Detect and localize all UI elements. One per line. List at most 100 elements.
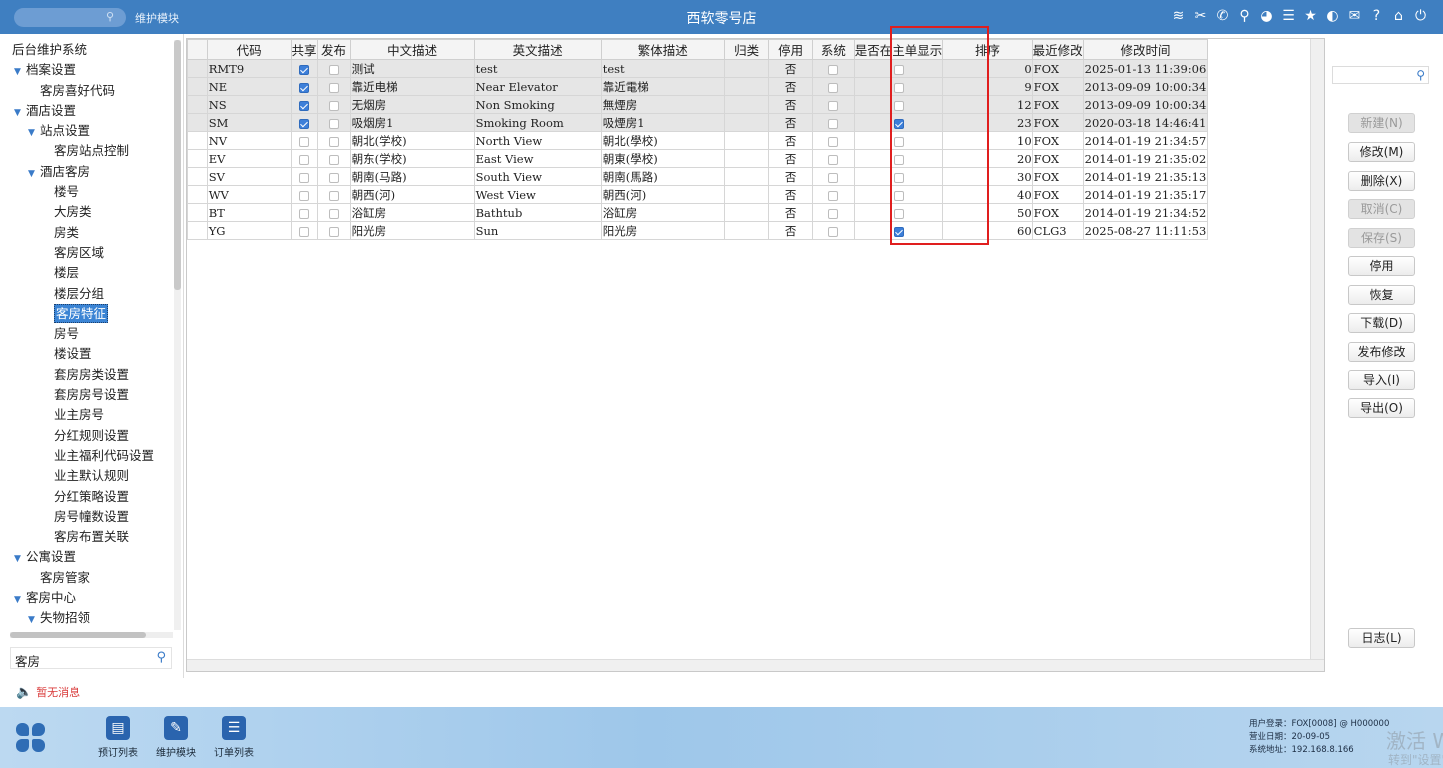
grid-search-input[interactable]: ⚲ (1332, 66, 1429, 84)
row-selector[interactable] (187, 113, 208, 132)
cell-system-checkbox[interactable] (828, 118, 839, 129)
row-selector[interactable] (187, 221, 208, 240)
cell-publish-checkbox[interactable] (328, 136, 339, 147)
caret-down-icon[interactable]: ▼ (14, 62, 26, 82)
nav-item[interactable]: 套房房号设置 (0, 385, 172, 405)
start-menu-icon[interactable] (16, 723, 46, 753)
log-button[interactable]: 日志(L) (1348, 628, 1415, 648)
table-row[interactable]: EV 朝东(学校) East View 朝東(學校) 否 20 FOX 2014-01-19 … (187, 149, 1324, 168)
nav-item[interactable]: 套房房类设置 (0, 365, 172, 385)
table-row[interactable]: YG 阳光房 Sun 阳光房 否 60 CLG3 2025-08-27 11:11:53 (187, 221, 1324, 240)
nav-item[interactable]: 客房布置关联 (0, 527, 172, 547)
column-header[interactable]: 最近修改 (1031, 39, 1084, 60)
row-selector[interactable] (187, 77, 208, 96)
row-selector[interactable] (187, 149, 208, 168)
caret-down-icon[interactable]: ▼ (14, 549, 26, 569)
table-row[interactable]: NS 无烟房 Non Smoking 無煙房 否 12 FOX 2013-09-09 10:0… (187, 95, 1324, 114)
row-selector[interactable] (187, 185, 208, 204)
wifi-icon[interactable]: ≋ (1170, 7, 1187, 25)
table-row[interactable]: SM 吸烟房1 Smoking Room 吸煙房1 否 23 FOX 2020-03-18 1… (187, 113, 1324, 132)
grid-vertical-scrollbar[interactable] (1310, 39, 1324, 659)
column-header[interactable]: 中文描述 (349, 39, 475, 60)
column-header[interactable]: 发布 (316, 39, 351, 60)
row-selector[interactable] (187, 59, 208, 78)
table-row[interactable]: RMT9 测试 test test 否 0 FOX 2025-01-13 11:39:06 (187, 59, 1324, 78)
nav-item[interactable]: 房号 (0, 324, 172, 344)
nav-item[interactable]: 客房区域 (0, 243, 172, 263)
column-header[interactable]: 是否在主单显示 (853, 39, 944, 60)
cell-share-checkbox[interactable] (299, 172, 310, 183)
nav-item[interactable]: 客房站点控制 (0, 141, 172, 161)
import-button[interactable]: 导入(I) (1348, 370, 1415, 390)
nav-item[interactable]: 客房喜好代码 (0, 81, 172, 101)
cell-show-in-main-checkbox[interactable] (893, 100, 904, 111)
cell-publish-checkbox[interactable] (328, 100, 339, 111)
nav-item[interactable]: 业主房号 (0, 405, 172, 425)
cell-share-checkbox[interactable] (299, 154, 310, 165)
order-list-icon[interactable]: ☰ (222, 716, 246, 740)
nav-item[interactable]: 楼号 (0, 182, 172, 202)
cell-system-checkbox[interactable] (828, 208, 839, 219)
nav-item[interactable]: ▼ 酒店设置 (0, 101, 172, 121)
cell-publish-checkbox[interactable] (328, 208, 339, 219)
nav-item[interactable]: ▼ 失物招领 (0, 608, 172, 628)
nav-item[interactable]: 房号幢数设置 (0, 507, 172, 527)
table-row[interactable]: BT 浴缸房 Bathtub 浴缸房 否 50 FOX 2014-01-19 21:34:52 (187, 203, 1324, 222)
nav-item[interactable]: 楼层分组 (0, 284, 172, 304)
cell-share-checkbox[interactable] (299, 190, 310, 201)
caret-down-icon[interactable]: ▼ (28, 610, 40, 630)
cell-show-in-main-checkbox[interactable] (893, 172, 904, 183)
save-button[interactable]: 保存(S) (1348, 228, 1415, 248)
caret-down-icon[interactable]: ▼ (28, 164, 40, 184)
star-icon[interactable]: ★ (1302, 7, 1319, 25)
column-header[interactable]: 修改时间 (1082, 39, 1209, 60)
cell-show-in-main-checkbox[interactable] (893, 64, 904, 75)
nav-item[interactable]: 大房类 (0, 202, 172, 222)
cell-publish-checkbox[interactable] (328, 118, 339, 129)
nav-item[interactable]: 楼层 (0, 263, 172, 283)
nav-item[interactable]: 后台维护系统 (0, 40, 172, 60)
nav-item[interactable]: ▼ 档案设置 (0, 60, 172, 80)
nav-item[interactable]: 分红规则设置 (0, 426, 172, 446)
cell-publish-checkbox[interactable] (328, 64, 339, 75)
help-icon[interactable]: ? (1368, 7, 1385, 25)
new-button[interactable]: 新建(N) (1348, 113, 1415, 133)
deactivate-button[interactable]: 停用 (1348, 256, 1415, 276)
grid-horizontal-scrollbar[interactable] (187, 659, 1324, 671)
export-button[interactable]: 导出(O) (1348, 398, 1415, 418)
nav-item[interactable]: 楼设置 (0, 344, 172, 364)
taskbar-app[interactable]: ☰ 订单列表 (204, 716, 264, 759)
cell-show-in-main-checkbox[interactable] (893, 136, 904, 147)
cell-show-in-main-checkbox[interactable] (893, 208, 904, 219)
mail-icon[interactable]: ✉ (1346, 7, 1363, 25)
delete-button[interactable]: 删除(X) (1348, 171, 1415, 191)
caret-down-icon[interactable]: ▼ (14, 590, 26, 610)
nav-horizontal-scrollbar[interactable] (10, 632, 173, 638)
cell-publish-checkbox[interactable] (328, 190, 339, 201)
home-icon[interactable]: ⌂ (1390, 7, 1407, 25)
cell-system-checkbox[interactable] (828, 136, 839, 147)
search-person-icon[interactable]: ⚲ (1236, 7, 1253, 25)
reservation-list-icon[interactable]: ▤ (106, 716, 130, 740)
cell-show-in-main-checkbox[interactable] (893, 190, 904, 201)
cell-publish-checkbox[interactable] (328, 82, 339, 93)
search-icon[interactable]: ⚲ (106, 10, 114, 23)
cell-share-checkbox[interactable] (299, 226, 310, 237)
cell-share-checkbox[interactable] (299, 82, 310, 93)
cell-share-checkbox[interactable] (299, 100, 310, 111)
cancel-button[interactable]: 取消(C) (1348, 199, 1415, 219)
tools-icon[interactable]: ✂ (1192, 7, 1209, 25)
global-search-input[interactable]: ⚲ (14, 8, 126, 27)
cell-show-in-main-checkbox[interactable] (893, 118, 904, 129)
cell-publish-checkbox[interactable] (328, 226, 339, 237)
nav-item[interactable]: ▼ 站点设置 (0, 121, 172, 141)
row-selector[interactable] (187, 95, 208, 114)
caret-down-icon[interactable]: ▼ (14, 103, 26, 123)
cell-system-checkbox[interactable] (828, 64, 839, 75)
palette-icon[interactable]: ◕ (1258, 7, 1275, 25)
edit-button[interactable]: 修改(M) (1348, 142, 1415, 162)
nav-item[interactable]: 业主福利代码设置 (0, 446, 172, 466)
phone-icon[interactable]: ✆ (1214, 7, 1231, 25)
cell-publish-checkbox[interactable] (328, 154, 339, 165)
taskbar-app[interactable]: ▤ 预订列表 (88, 716, 148, 759)
